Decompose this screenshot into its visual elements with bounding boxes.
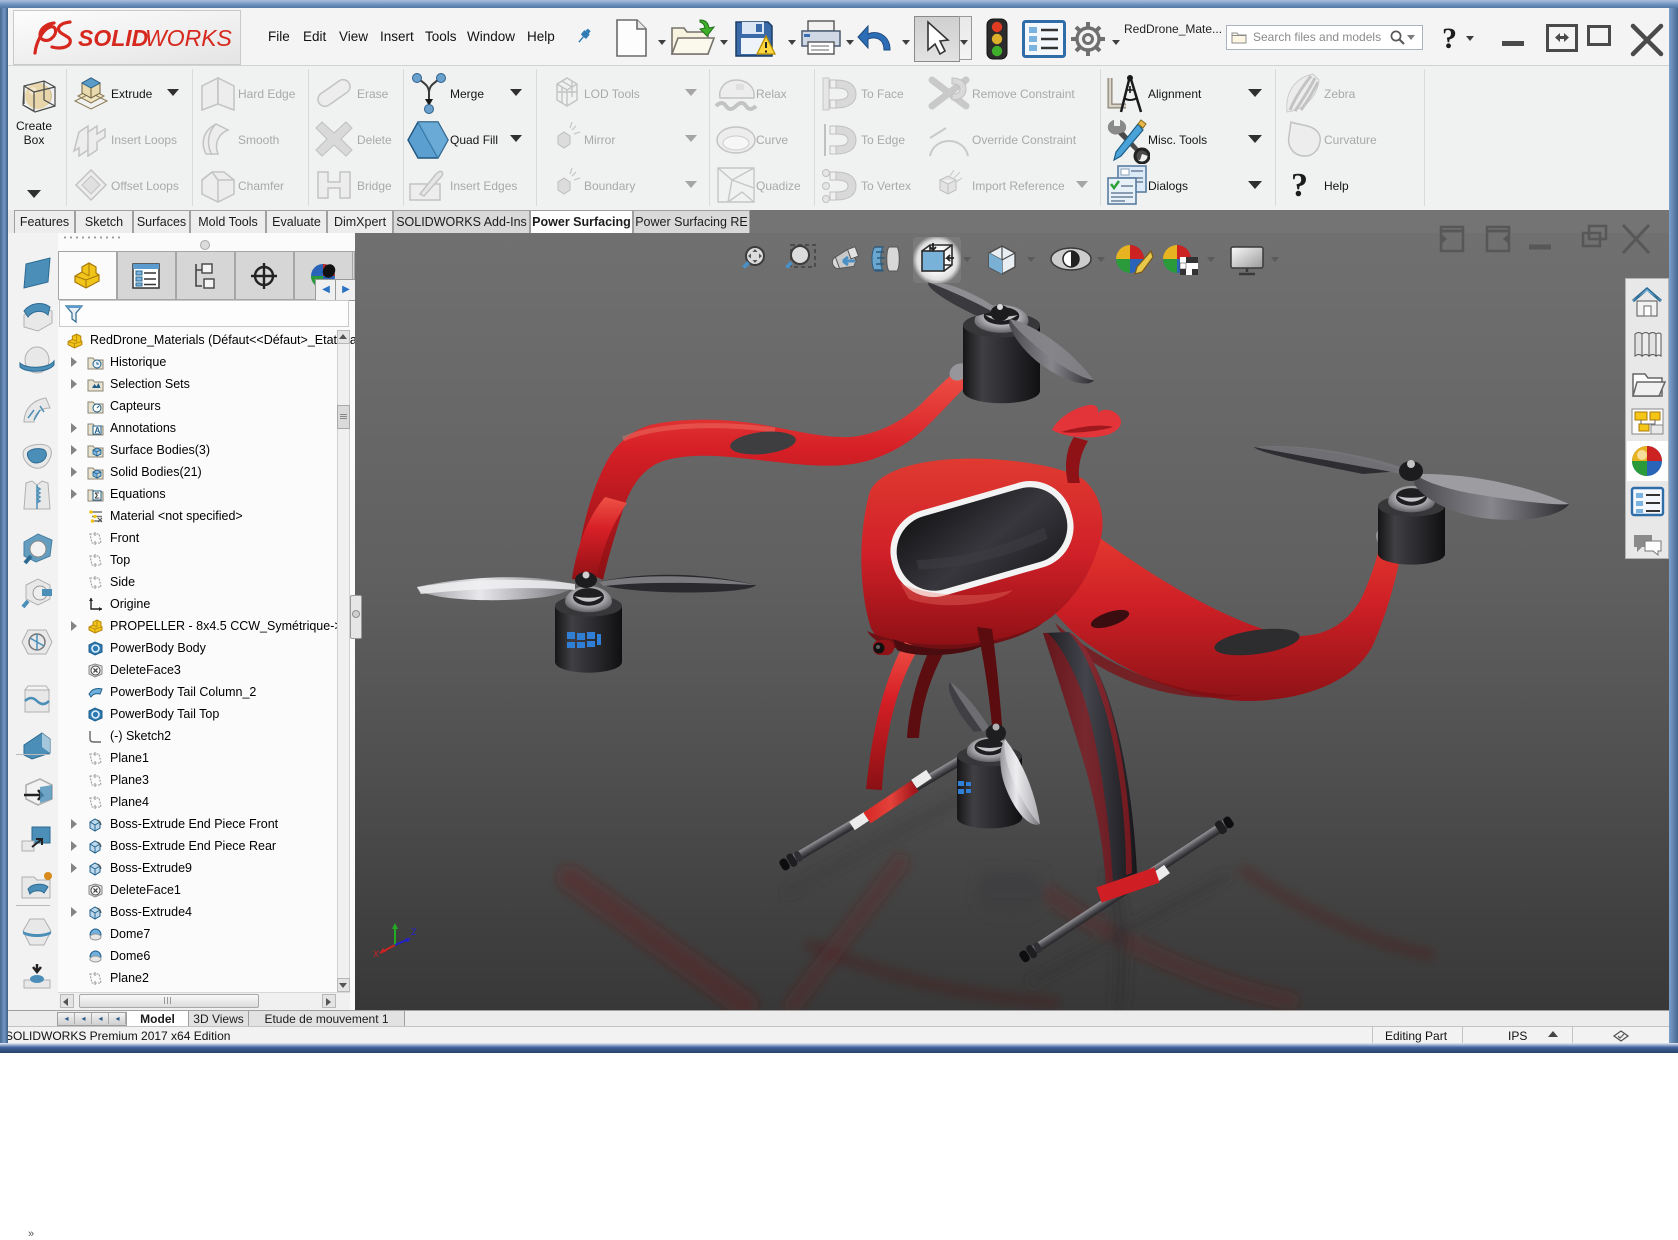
svg-text:X: X (373, 949, 379, 958)
svg-text:Σ: Σ (95, 491, 100, 501)
svg-text:A: A (95, 426, 101, 435)
svg-text:Z: Z (411, 927, 417, 937)
svg-text:?: ? (1291, 167, 1308, 204)
